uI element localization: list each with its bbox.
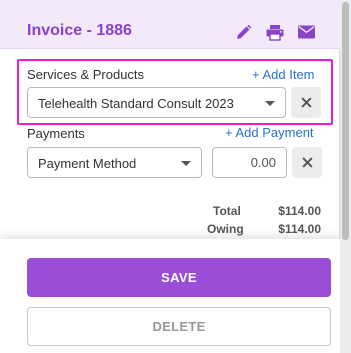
payment-amount-input[interactable] — [212, 147, 287, 178]
total-label: Total — [213, 204, 241, 218]
scrollbar-thumb[interactable] — [342, 2, 349, 240]
service-item-value: Telehealth Standard Consult 2023 — [38, 96, 234, 111]
delete-button[interactable]: DELETE — [27, 307, 331, 346]
payment-method-value: Payment Method — [38, 156, 137, 171]
invoice-header: Invoice - 1886 — [0, 0, 340, 49]
close-icon — [300, 97, 312, 108]
action-footer: SAVE DELETE — [0, 239, 340, 353]
close-icon — [301, 157, 313, 168]
envelope-icon[interactable] — [296, 22, 316, 42]
remove-payment-button[interactable] — [292, 147, 322, 178]
add-item-link[interactable]: + Add Item — [252, 67, 315, 82]
owing-value: $114.00 — [278, 222, 321, 236]
invoice-panel: Invoice - 1886 Services & Products + Add… — [0, 0, 340, 353]
owing-label: Owing — [207, 222, 244, 236]
invoice-title: Invoice - 1886 — [27, 22, 132, 39]
payments-label: Payments — [27, 126, 85, 141]
chevron-down-icon — [265, 101, 275, 106]
payment-method-select[interactable]: Payment Method — [27, 147, 202, 178]
save-button[interactable]: SAVE — [27, 258, 331, 297]
printer-icon[interactable] — [265, 22, 285, 42]
add-payment-link[interactable]: + Add Payment — [225, 125, 314, 140]
remove-item-button[interactable] — [291, 87, 321, 118]
services-label: Services & Products — [27, 67, 145, 82]
pencil-icon[interactable] — [233, 22, 253, 42]
service-item-select[interactable]: Telehealth Standard Consult 2023 — [27, 87, 286, 118]
chevron-down-icon — [181, 161, 191, 166]
total-value: $114.00 — [278, 204, 321, 218]
